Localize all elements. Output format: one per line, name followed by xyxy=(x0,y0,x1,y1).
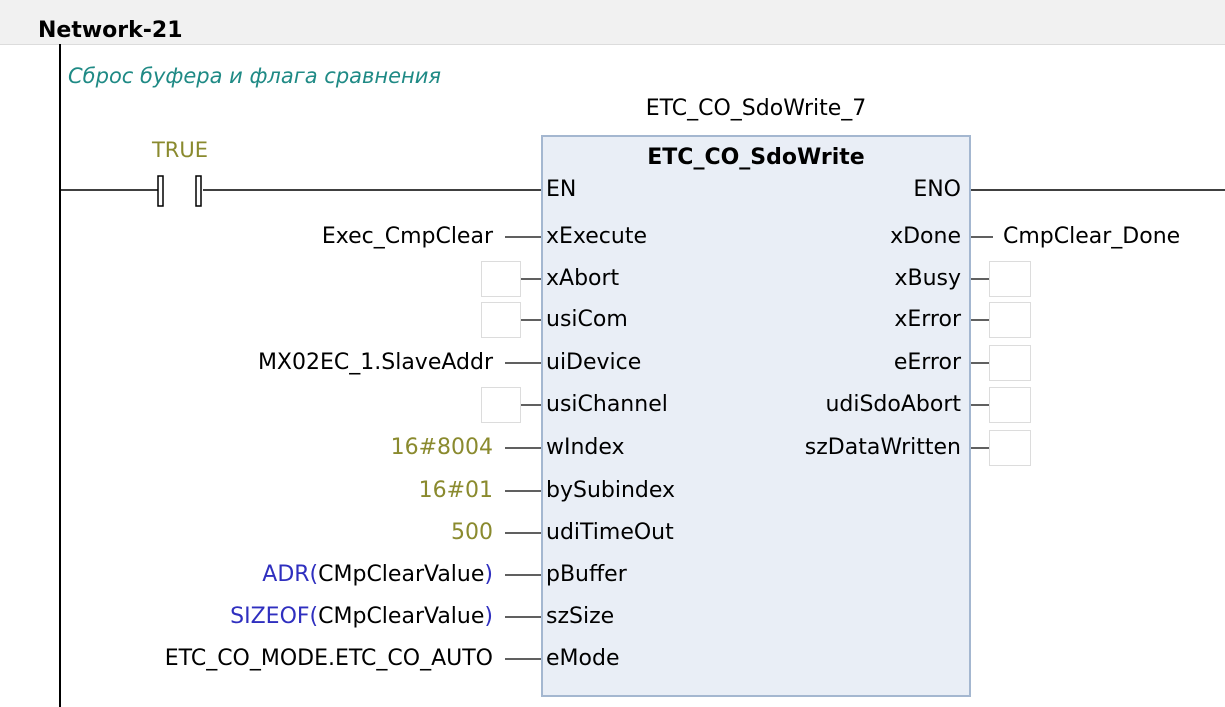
arg-xabort-empty[interactable] xyxy=(481,261,521,297)
pin-eno: ENO xyxy=(913,177,961,202)
arg-usicom-empty[interactable] xyxy=(481,302,521,338)
arg-usichannel-empty[interactable] xyxy=(481,387,521,423)
arg-emode[interactable]: ETC_CO_MODE.ETC_CO_AUTO xyxy=(165,645,493,673)
out-xbusy-empty[interactable] xyxy=(989,261,1031,297)
arg-pbuffer-variable: CMpClearValue xyxy=(318,562,485,587)
arg-pbuffer[interactable]: ADR(CMpClearValue) xyxy=(262,561,493,589)
pin-emode: eMode xyxy=(546,646,620,671)
arg-xexecute[interactable]: Exec_CmpClear xyxy=(322,223,493,251)
pin-bysubindex: bySubindex xyxy=(546,478,676,503)
arg-szsize-variable: CMpClearValue xyxy=(318,604,485,629)
arg-szsize-operator: SIZEOF xyxy=(230,604,310,629)
pin-xbusy: xBusy xyxy=(894,266,961,291)
contact-label[interactable]: TRUE xyxy=(120,138,240,162)
out-udisdoabort-empty[interactable] xyxy=(989,387,1031,423)
arg-pbuffer-paren-close: ) xyxy=(484,562,493,587)
arg-szsize-paren-open: ( xyxy=(309,604,319,629)
arg-pbuffer-paren-open: ( xyxy=(309,562,319,587)
pin-szsize: szSize xyxy=(546,604,615,629)
arg-bysubindex[interactable]: 16#01 xyxy=(419,477,493,505)
pin-xexecute: xExecute xyxy=(546,224,647,249)
pin-szdatawritten: szDataWritten xyxy=(804,435,961,460)
pin-usichannel: usiChannel xyxy=(546,392,668,417)
out-szdatawritten-empty[interactable] xyxy=(989,430,1031,466)
arg-pbuffer-operator: ADR xyxy=(262,562,310,587)
fb-instance-name[interactable]: ETC_CO_SdoWrite_7 xyxy=(540,96,972,121)
pin-en: EN xyxy=(546,177,577,202)
arg-uditimeout[interactable]: 500 xyxy=(451,519,493,547)
arg-szsize[interactable]: SIZEOF(CMpClearValue) xyxy=(230,603,493,631)
contact-true-icon xyxy=(157,175,202,207)
out-xdone-var[interactable]: CmpClear_Done xyxy=(1003,223,1180,251)
arg-windex[interactable]: 16#8004 xyxy=(391,434,493,462)
arg-szsize-paren-close: ) xyxy=(484,604,493,629)
out-eerror-empty[interactable] xyxy=(989,345,1031,381)
fb-type-name: ETC_CO_SdoWrite xyxy=(647,145,865,170)
pin-uidevice: uiDevice xyxy=(546,350,642,375)
pin-xdone: xDone xyxy=(890,224,961,249)
out-xerror-empty[interactable] xyxy=(989,302,1031,338)
arg-uidevice[interactable]: MX02EC_1.SlaveAddr xyxy=(258,349,493,377)
pin-windex: wIndex xyxy=(546,435,625,460)
pin-pbuffer: pBuffer xyxy=(546,562,627,587)
pin-uditimeout: udiTimeOut xyxy=(546,520,674,545)
pin-eerror: eError xyxy=(893,350,961,375)
pin-xerror: xError xyxy=(894,307,961,332)
pin-usicom: usiCom xyxy=(546,307,628,332)
pin-udisdoabort: udiSdoAbort xyxy=(825,392,961,417)
pin-xabort: xAbort xyxy=(546,266,620,291)
